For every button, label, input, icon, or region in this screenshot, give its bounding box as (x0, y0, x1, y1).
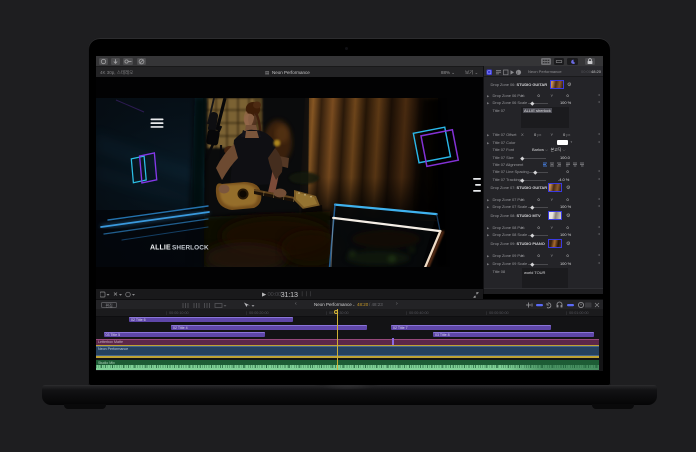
svg-text:SHERLOCK: SHERLOCK (172, 245, 209, 252)
svg-text:ALLIE: ALLIE (150, 245, 171, 252)
svg-text:i: i (517, 70, 518, 75)
